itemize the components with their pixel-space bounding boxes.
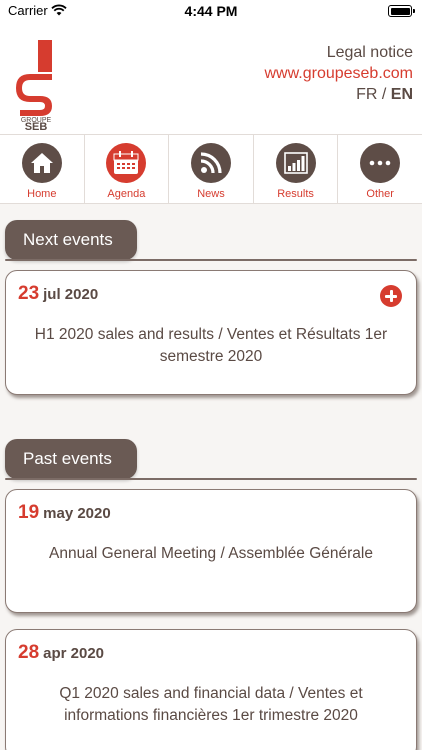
event-title: Q1 2020 sales and financial data / Vente… xyxy=(59,685,363,724)
nav-item-agenda[interactable]: Agenda xyxy=(85,135,170,203)
legal-notice-link[interactable]: Legal notice xyxy=(264,42,413,63)
event-title: H1 2020 sales and results / Ventes et Ré… xyxy=(34,326,388,365)
lang-en-link[interactable]: EN xyxy=(391,86,413,103)
event-day: 19 xyxy=(18,502,40,523)
header: GROUPE SEB Legal notice www.groupeseb.co… xyxy=(0,24,422,134)
event-date: 23 jul 2020 xyxy=(18,283,98,305)
event-date: 28 apr 2020 xyxy=(18,642,104,664)
calendar-icon xyxy=(106,143,147,183)
section-divider xyxy=(5,259,417,261)
event-day: 23 xyxy=(18,283,40,304)
event-card[interactable]: 28 apr 2020 Q1 2020 sales and financial d… xyxy=(5,629,417,750)
event-card[interactable]: 23 jul 2020 H1 2020 sales and results / V… xyxy=(5,270,417,395)
rss-icon xyxy=(190,143,231,183)
status-bar: Carrier 4:44 PM xyxy=(0,0,422,24)
event-card[interactable]: 19 may 2020 Annual General Meeting / Asse… xyxy=(5,489,417,613)
nav-label-results: Results xyxy=(277,188,314,200)
section-title-past-events: Past events xyxy=(5,439,137,479)
add-to-calendar-icon[interactable] xyxy=(380,285,402,307)
website-link[interactable]: www.groupeseb.com xyxy=(264,63,413,84)
event-title: Annual General Meeting / Assemblée Génér… xyxy=(49,545,373,562)
event-month-year: may 2020 xyxy=(43,505,111,522)
header-links: Legal notice www.groupeseb.com FR / EN xyxy=(264,42,413,105)
section-divider xyxy=(5,478,417,480)
lang-separator: / xyxy=(381,86,387,103)
event-month-year: jul 2020 xyxy=(43,286,99,303)
nav-item-home[interactable]: Home xyxy=(0,135,85,203)
event-month-year: apr 2020 xyxy=(43,645,105,662)
nav-item-news[interactable]: News xyxy=(169,135,254,203)
section-title-next-events: Next events xyxy=(5,220,137,260)
event-date: 19 may 2020 xyxy=(18,502,111,524)
groupe-seb-logo: GROUPE SEB xyxy=(16,40,52,130)
status-time: 4:44 PM xyxy=(184,3,238,19)
home-icon xyxy=(21,143,62,183)
language-switcher: FR / EN xyxy=(264,84,413,105)
nav-label-home: Home xyxy=(27,188,57,200)
nav-item-results[interactable]: Results xyxy=(254,135,339,203)
battery-icon xyxy=(388,5,415,17)
main-nav: Home Agenda News Results Other xyxy=(0,134,422,204)
more-icon xyxy=(360,143,401,183)
bar-chart-icon xyxy=(275,143,316,183)
nav-item-other[interactable]: Other xyxy=(338,135,422,203)
nav-label-other: Other xyxy=(366,188,394,200)
nav-label-news: News xyxy=(197,188,225,200)
svg-text:SEB: SEB xyxy=(25,121,48,130)
nav-label-agenda: Agenda xyxy=(107,188,146,200)
lang-fr-link[interactable]: FR xyxy=(356,86,377,103)
event-day: 28 xyxy=(18,642,40,663)
